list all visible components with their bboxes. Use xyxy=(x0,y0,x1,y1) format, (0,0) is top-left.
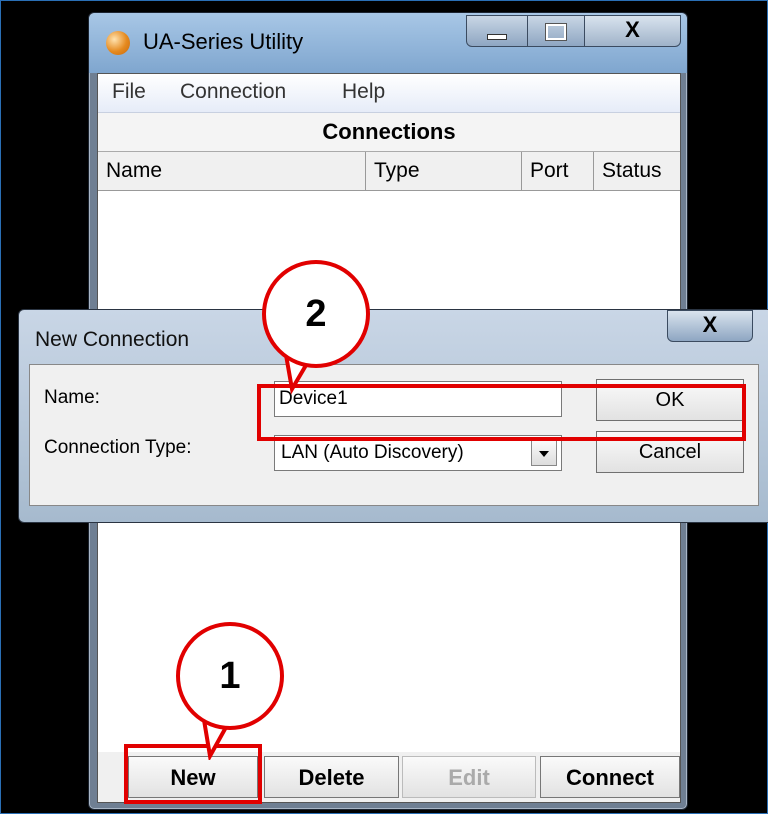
column-header-name[interactable]: Name xyxy=(98,152,366,190)
menu-connection[interactable]: Connection xyxy=(180,80,286,104)
dialog-title: New Connection xyxy=(35,328,190,351)
close-icon: X xyxy=(702,312,718,337)
chevron-down-icon[interactable] xyxy=(531,440,557,466)
maximize-icon xyxy=(546,24,566,40)
minimize-icon xyxy=(487,34,507,40)
app-logo-icon xyxy=(106,31,130,55)
column-header-port[interactable]: Port xyxy=(522,152,594,190)
highlight-name-ok xyxy=(257,384,746,441)
window-title: UA-Series Utility xyxy=(143,29,304,54)
connection-type-label: Connection Type: xyxy=(44,437,192,458)
minimize-button[interactable] xyxy=(466,15,528,47)
column-header-status[interactable]: Status xyxy=(594,152,680,190)
edit-button: Edit xyxy=(402,756,536,798)
delete-button[interactable]: Delete xyxy=(264,756,399,798)
dialog-close-button[interactable]: X xyxy=(667,310,753,342)
close-button[interactable]: X xyxy=(584,15,681,47)
title-bar[interactable]: UA-Series Utility X xyxy=(89,13,687,73)
column-header-type[interactable]: Type xyxy=(366,152,522,190)
highlight-new-button xyxy=(124,744,262,804)
menu-bar: File Connection Help xyxy=(98,74,680,113)
step-1-callout: 1 xyxy=(176,622,284,730)
step-2-callout: 2 xyxy=(262,260,370,368)
connect-button[interactable]: Connect xyxy=(540,756,680,798)
connections-heading: Connections xyxy=(98,113,680,152)
connection-type-value: LAN (Auto Discovery) xyxy=(281,442,464,463)
list-header: Name Type Port Status xyxy=(98,152,680,191)
close-icon: X xyxy=(625,17,640,42)
name-label: Name: xyxy=(44,387,100,408)
menu-file[interactable]: File xyxy=(112,80,146,104)
menu-help[interactable]: Help xyxy=(342,80,385,104)
maximize-button[interactable] xyxy=(527,15,585,47)
